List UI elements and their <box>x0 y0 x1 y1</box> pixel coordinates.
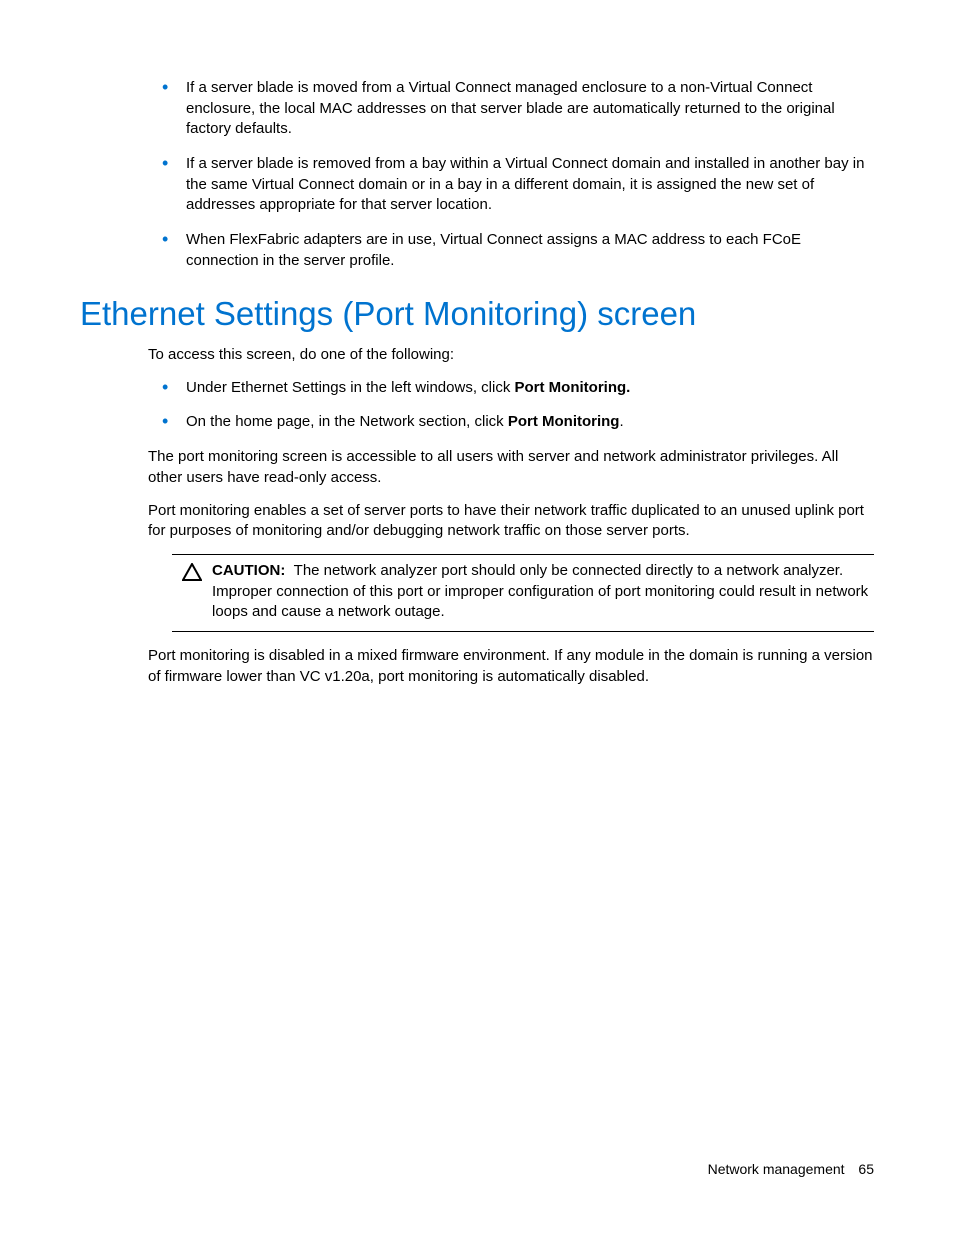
text: . <box>619 413 623 430</box>
bold-text: Port Monitoring <box>508 413 620 430</box>
caution-icon <box>172 561 212 623</box>
section-heading: Ethernet Settings (Port Monitoring) scre… <box>80 294 874 334</box>
top-bullet-list: If a server blade is moved from a Virtua… <box>80 78 874 272</box>
paragraph: Port monitoring is disabled in a mixed f… <box>148 646 874 687</box>
text: On the home page, in the Network section… <box>186 413 508 430</box>
list-item: On the home page, in the Network section… <box>148 412 874 433</box>
paragraph: The port monitoring screen is accessible… <box>148 447 874 488</box>
list-item: If a server blade is removed from a bay … <box>148 154 874 216</box>
caution-text: CAUTION: The network analyzer port shoul… <box>212 561 874 623</box>
bold-text: Port Monitoring. <box>515 379 631 396</box>
footer-page-number: 65 <box>858 1161 874 1177</box>
list-item: When FlexFabric adapters are in use, Vir… <box>148 230 874 271</box>
list-item: Under Ethernet Settings in the left wind… <box>148 378 874 399</box>
section-body: To access this screen, do one of the fol… <box>80 345 874 687</box>
list-item: If a server blade is moved from a Virtua… <box>148 78 874 140</box>
page-footer: Network management 65 <box>708 1160 874 1179</box>
paragraph: Port monitoring enables a set of server … <box>148 501 874 542</box>
caution-label: CAUTION: <box>212 562 285 579</box>
footer-section-name: Network management <box>708 1161 845 1177</box>
intro-paragraph: To access this screen, do one of the fol… <box>148 345 874 366</box>
caution-body: The network analyzer port should only be… <box>212 562 868 620</box>
text: Under Ethernet Settings in the left wind… <box>186 379 515 396</box>
caution-block: CAUTION: The network analyzer port shoul… <box>172 554 874 632</box>
access-bullet-list: Under Ethernet Settings in the left wind… <box>148 378 874 433</box>
